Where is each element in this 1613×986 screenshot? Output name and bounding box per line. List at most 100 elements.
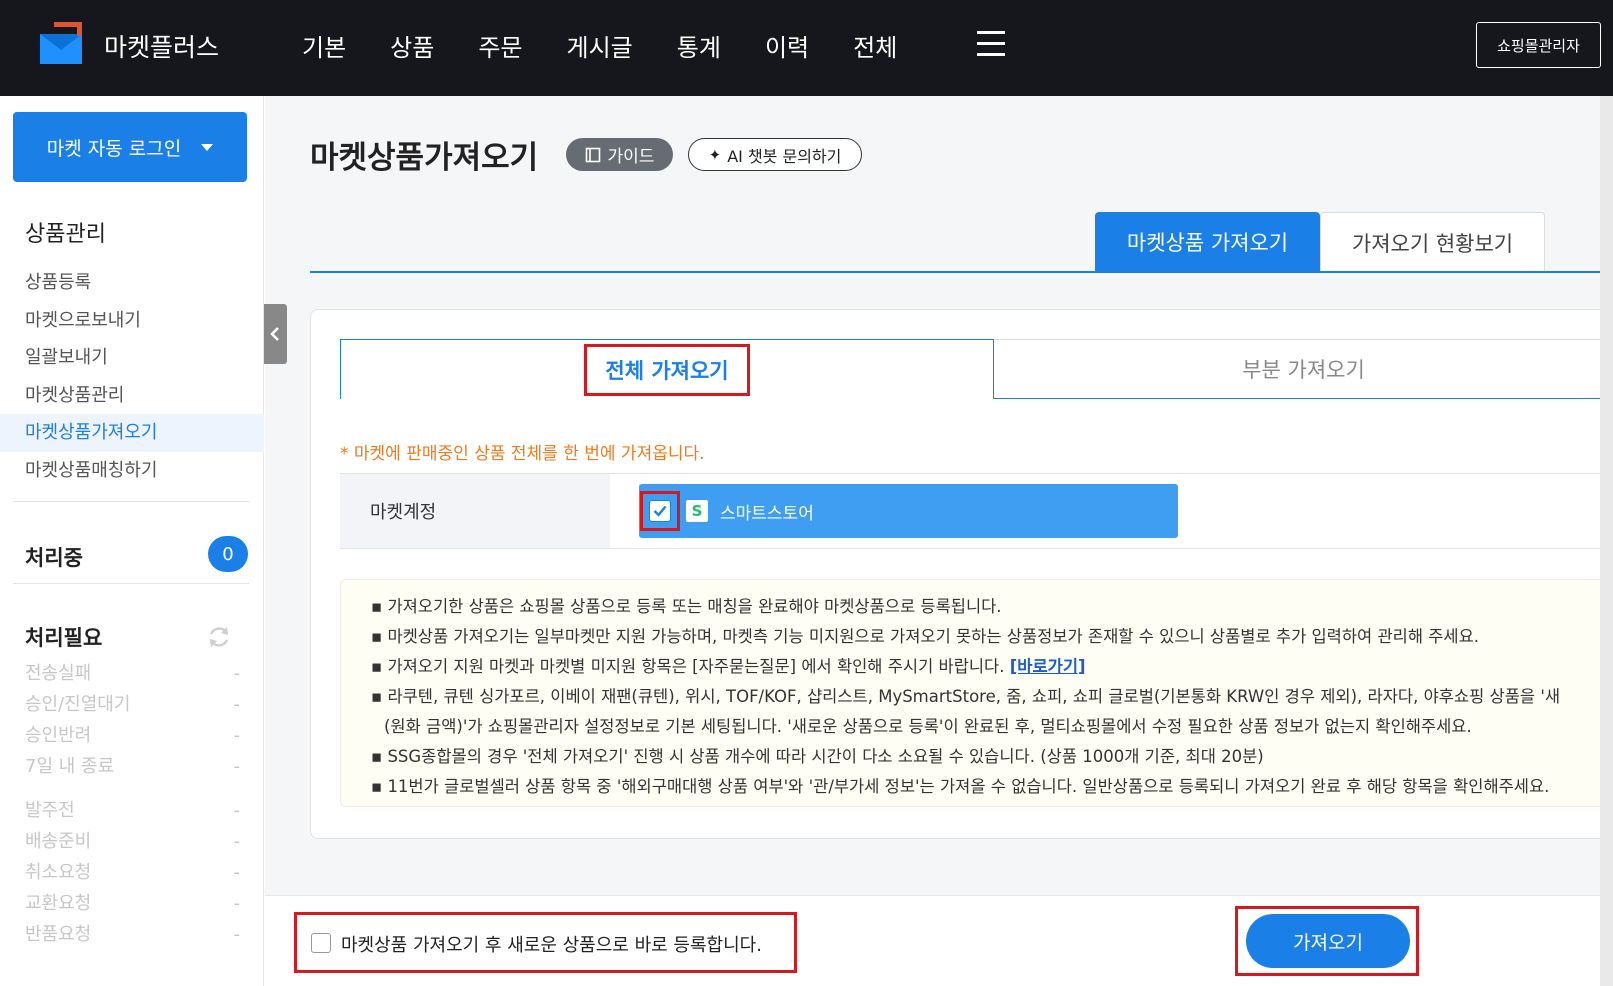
caret-down-icon [201,143,214,151]
sparkle-icon: ✦ [708,145,722,164]
nav-item-basic[interactable]: 기본 [302,28,346,63]
info-line: ▪ 라쿠텐, 큐텐 싱가포르, 이베이 재팬(큐텐), 위시, TOF/KOF,… [371,687,1561,706]
checkbox-checked-icon[interactable] [649,500,671,522]
status-label: 교환요청 [25,893,92,914]
status-row-approval-reject[interactable]: 승인반려 - [25,720,240,751]
register-new-product-label[interactable]: 마켓상품 가져오기 후 새로운 상품으로 바로 등록합니다. [341,931,762,957]
account-name: 스마트스토어 [720,503,814,524]
refresh-icon[interactable] [206,624,232,650]
sidebar-menu: 상품등록 마켓으로보내기 일괄보내기 마켓상품관리 마켓상품가져오기 마켓상품매… [0,264,264,489]
info-text: 11번가 글로벌셀러 상품 항목 중 '해외구매대행 상품 여부'와 '관/부가… [387,777,1550,796]
sidebar-item-market-product-import[interactable]: 마켓상품가져오기 [0,414,264,452]
auto-login-label: 마켓 자동 로그인 [46,137,182,160]
tab-market-product-import[interactable]: 마켓상품 가져오기 [1095,212,1320,272]
info-line: (원화 금액)'가 쇼핑몰관리자 설정정보로 기본 세팅됩니다. '새로운 상품… [371,712,1612,742]
status-row-return-request[interactable]: 반품요청 - [25,919,240,950]
status-value: - [233,694,241,715]
status-value: - [233,725,241,746]
ai-chatbot-button[interactable]: ✦ AI 챗봇 문의하기 [688,138,862,171]
info-text: (원화 금액)'가 쇼핑몰관리자 설정정보로 기본 세팅됩니다. '새로운 상품… [384,717,1472,736]
import-notice: * 마켓에 판매중인 상품 전체를 한 번에 가져옵니다. [340,444,705,464]
status-row-approval-wait[interactable]: 승인/진열대기 - [25,689,240,720]
info-line: ▪ 가져오기 지원 마켓과 마켓별 미지원 항목은 [자주묻는질문] 에서 확인… [371,657,1086,676]
needed-label: 처리필요 [25,626,103,650]
status-row-send-fail[interactable]: 전송실패 - [25,658,240,689]
chevron-left-icon [270,327,279,341]
info-text: SSG종합몰의 경우 '전체 가져오기' 진행 시 상품 개수에 따라 시간이 … [387,747,1264,766]
brand-name[interactable]: 마켓플러스 [104,28,219,64]
account-checkbox-highlight[interactable] [640,491,680,531]
nav-item-order[interactable]: 주문 [478,28,522,63]
status-value: - [233,663,241,684]
hamburger-icon[interactable] [977,31,1005,57]
status-label: 전송실패 [25,663,92,684]
register-new-product-checkbox[interactable] [311,933,331,953]
market-account-chip[interactable]: S 스마트스토어 [639,484,1178,538]
status-value: - [233,893,241,914]
market-account-row: 마켓계정 S 스마트스토어 [340,473,1613,549]
info-box: ▪ 가져오기한 상품은 쇼핑몰 상품으로 등록 또는 매칭을 완료해야 마켓상품… [340,579,1613,807]
status-label: 7일 내 종료 [25,756,115,777]
nav-item-history[interactable]: 이력 [765,28,809,63]
status-label: 취소요청 [25,862,92,883]
sidebar-section-title: 상품관리 [25,222,106,247]
sidebar-divider [13,583,249,584]
subtab-partial-import[interactable]: 부분 가져오기 [994,339,1613,399]
tab-import-status[interactable]: 가져오기 현황보기 [1320,212,1545,272]
status-row-exchange-request[interactable]: 교환요청 - [25,888,240,919]
sidebar-item-bulk-send[interactable]: 일괄보내기 [0,339,264,377]
sidebar-item-send-to-market[interactable]: 마켓으로보내기 [0,302,264,340]
vertical-scrollbar[interactable] [1600,96,1613,986]
info-text: 가져오기 지원 마켓과 마켓별 미지원 항목은 [자주묻는질문] 에서 확인해 … [387,657,1010,676]
needed-status-list-1: 전송실패 - 승인/진열대기 - 승인반려 - 7일 내 종료 - [25,658,240,782]
processing-label: 처리중 [25,546,83,570]
nav-item-product[interactable]: 상품 [390,28,434,63]
nav-item-post[interactable]: 게시글 [567,28,633,63]
status-label: 배송준비 [25,831,92,852]
smartstore-icon: S [686,500,708,522]
status-label: 승인반려 [25,725,92,746]
subtab-full-import[interactable]: 전체 가져오기 [340,339,994,399]
needed-status-list-2: 발주전 - 배송준비 - 취소요청 - 교환요청 - 반품요청 - [25,795,240,950]
nav-item-stats[interactable]: 통계 [677,28,721,63]
guide-label: 가이드 [607,147,655,167]
nav-item-all[interactable]: 전체 [853,28,897,63]
faq-link[interactable]: [바로가기] [1010,657,1086,676]
sidebar-item-market-product-manage[interactable]: 마켓상품관리 [0,377,264,415]
status-value: - [233,756,241,777]
page-title: 마켓상품가져오기 [310,140,539,176]
sidebar-item-product-register[interactable]: 상품등록 [0,264,264,302]
import-button[interactable]: 가져오기 [1246,914,1410,968]
info-text: 가져오기한 상품은 쇼핑몰 상품으로 등록 또는 매칭을 완료해야 마켓상품으로… [387,597,1002,616]
shop-admin-button[interactable]: 쇼핑몰관리자 [1476,22,1601,68]
sidebar-item-market-product-matching[interactable]: 마켓상품매칭하기 [0,452,264,490]
top-navigation-bar: 마켓플러스 기본 상품 주문 게시글 통계 이력 전체 쇼핑몰관리자 [0,0,1613,96]
status-label: 발주전 [25,800,75,821]
sidebar-collapse-handle[interactable] [264,304,287,364]
status-value: - [233,831,241,852]
info-line: ▪ 마켓상품 가져오기는 일부마켓만 지원 가능하며, 마켓측 기능 미지원으로… [371,627,1480,646]
status-row-before-order[interactable]: 발주전 - [25,795,240,826]
status-value: - [233,862,241,883]
full-import-label: 전체 가져오기 [584,343,750,396]
market-auto-login-button[interactable]: 마켓 자동 로그인 [13,112,247,182]
logo-icon[interactable] [38,20,84,66]
info-line: ▪ SSG종합몰의 경우 '전체 가져오기' 진행 시 상품 개수에 따라 시간… [371,747,1264,766]
processing-count-badge[interactable]: 0 [208,536,248,572]
status-value: - [233,924,241,945]
tab-underline [310,271,1613,273]
status-row-ending-7days[interactable]: 7일 내 종료 - [25,751,240,782]
info-line: ▪ 가져오기한 상품은 쇼핑몰 상품으로 등록 또는 매칭을 완료해야 마켓상품… [371,597,1002,616]
guide-button[interactable]: 가이드 [566,138,673,171]
main-nav: 기본 상품 주문 게시글 통계 이력 전체 [302,28,941,63]
status-row-shipping-ready[interactable]: 배송준비 - [25,826,240,857]
book-icon [585,147,600,162]
status-label: 반품요청 [25,924,92,945]
ai-chatbot-label: AI 챗봇 문의하기 [727,146,842,166]
info-line: ▪ 11번가 글로벌셀러 상품 항목 중 '해외구매대행 상품 여부'와 '관/… [371,777,1550,796]
status-row-cancel-request[interactable]: 취소요청 - [25,857,240,888]
info-text: 라쿠텐, 큐텐 싱가포르, 이베이 재팬(큐텐), 위시, TOF/KOF, 샵… [387,687,1561,706]
status-value: - [233,800,241,821]
status-label: 승인/진열대기 [25,694,131,715]
sidebar-divider [13,501,249,502]
